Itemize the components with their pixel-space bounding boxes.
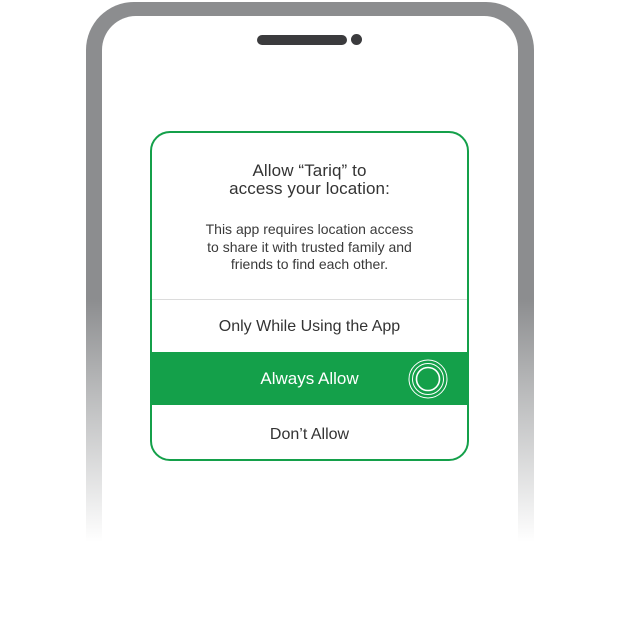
dialog-title-line: access your location: — [229, 179, 390, 198]
always-allow-label: Always Allow — [260, 369, 359, 388]
dialog-message-line: to share it with trusted family and — [207, 238, 412, 255]
phone-speaker — [257, 35, 347, 45]
always-allow-button[interactable]: Always Allow — [152, 352, 467, 405]
location-permission-dialog: Allow “Tariq” to access your location: T… — [150, 131, 469, 461]
dont-allow-label: Don’t Allow — [269, 426, 350, 443]
only-while-using-button[interactable]: Only While Using the App — [152, 300, 467, 352]
illustration-stage: Allow “Tariq” to access your location: T… — [0, 0, 620, 617]
dialog-title: Allow “Tariq” to access your location: — [152, 162, 467, 198]
dialog-message: This app requires location access to sha… — [182, 221, 437, 274]
only-while-using-label: Only While Using the App — [218, 318, 401, 335]
dialog-message-line: friends to find each other. — [230, 256, 389, 272]
dialog-message-line: This app requires location access — [205, 221, 414, 237]
dialog-title-line: Allow “Tariq” to — [252, 161, 367, 180]
touch-ripple-icon — [408, 359, 448, 399]
dont-allow-button[interactable]: Don’t Allow — [152, 405, 467, 459]
phone-camera — [351, 34, 362, 45]
